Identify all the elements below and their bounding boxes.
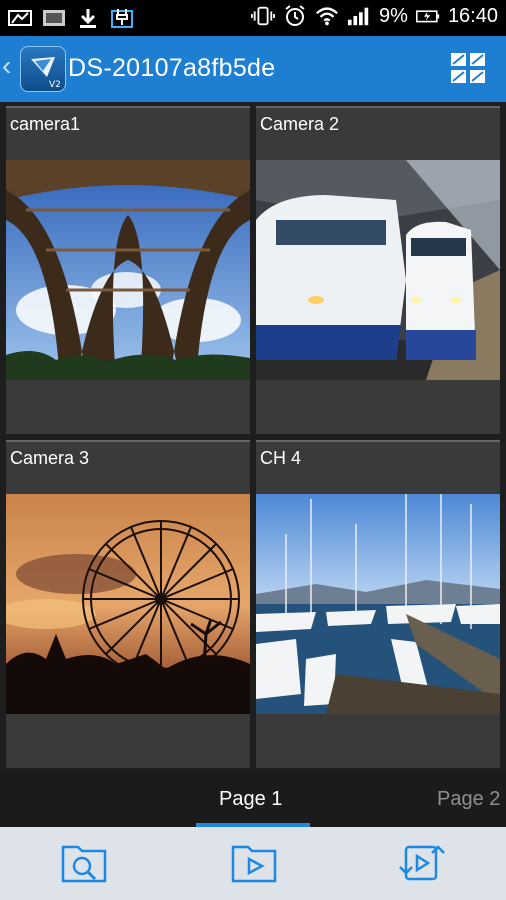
tab-page-1[interactable]: Page 1	[219, 788, 282, 811]
camera-feed-bullet-trains[interactable]	[256, 160, 500, 380]
camera-cell-3[interactable]: Camera 3	[6, 440, 250, 768]
app-logo[interactable]: V2	[20, 46, 66, 92]
playback-sync-icon	[399, 845, 445, 881]
download-icon	[76, 6, 100, 30]
search-folder-icon	[61, 845, 107, 883]
playback-button[interactable]	[230, 841, 278, 885]
status-bar: 9% 16:40	[0, 0, 506, 36]
camera-grid: camera1 Camera 2 Camera 3 CH 4	[0, 104, 506, 770]
app-bar: ‹ V2 DS-20107a8fb5de	[0, 36, 506, 102]
vibrate-icon	[251, 4, 276, 28]
wifi-icon	[315, 4, 339, 28]
layout-toggle-button[interactable]	[450, 52, 486, 84]
camera-cell-2[interactable]: Camera 2	[256, 106, 500, 434]
camera-cell-1[interactable]: camera1	[6, 106, 250, 434]
back-chevron-icon[interactable]: ‹	[2, 50, 11, 82]
battery-percent: 9%	[379, 4, 408, 27]
device-title: DS-20107a8fb5de	[68, 54, 276, 82]
search-recordings-button[interactable]	[60, 841, 108, 885]
svg-text:V2: V2	[49, 80, 61, 90]
camera-label: Camera 3	[10, 448, 90, 468]
camera-label: Camera 2	[260, 114, 340, 134]
page-tabs: Page 1 Page 2	[0, 770, 506, 827]
alarm-icon	[283, 4, 307, 28]
grid-layout-icon	[451, 53, 485, 83]
camera-cell-4[interactable]: CH 4	[256, 440, 500, 768]
battery-charging-icon	[415, 4, 440, 28]
sync-playback-button[interactable]	[398, 841, 446, 885]
gallery-icon	[42, 6, 66, 30]
camera-feed-eiffel-tower[interactable]	[6, 160, 250, 380]
camera-label: CH 4	[260, 448, 302, 468]
usb-debugging-icon	[110, 6, 134, 30]
playback-folder-icon	[231, 845, 277, 883]
tab-page-2[interactable]: Page 2	[437, 788, 500, 811]
camera-feed-ferris-wheel[interactable]	[6, 494, 250, 714]
clock: 16:40	[447, 4, 498, 27]
screenshot-icon	[8, 6, 32, 30]
camera-feed-marina[interactable]	[256, 494, 500, 714]
bottom-toolbar	[0, 827, 506, 900]
camera-label: camera1	[10, 114, 81, 134]
signal-icon	[347, 4, 371, 28]
